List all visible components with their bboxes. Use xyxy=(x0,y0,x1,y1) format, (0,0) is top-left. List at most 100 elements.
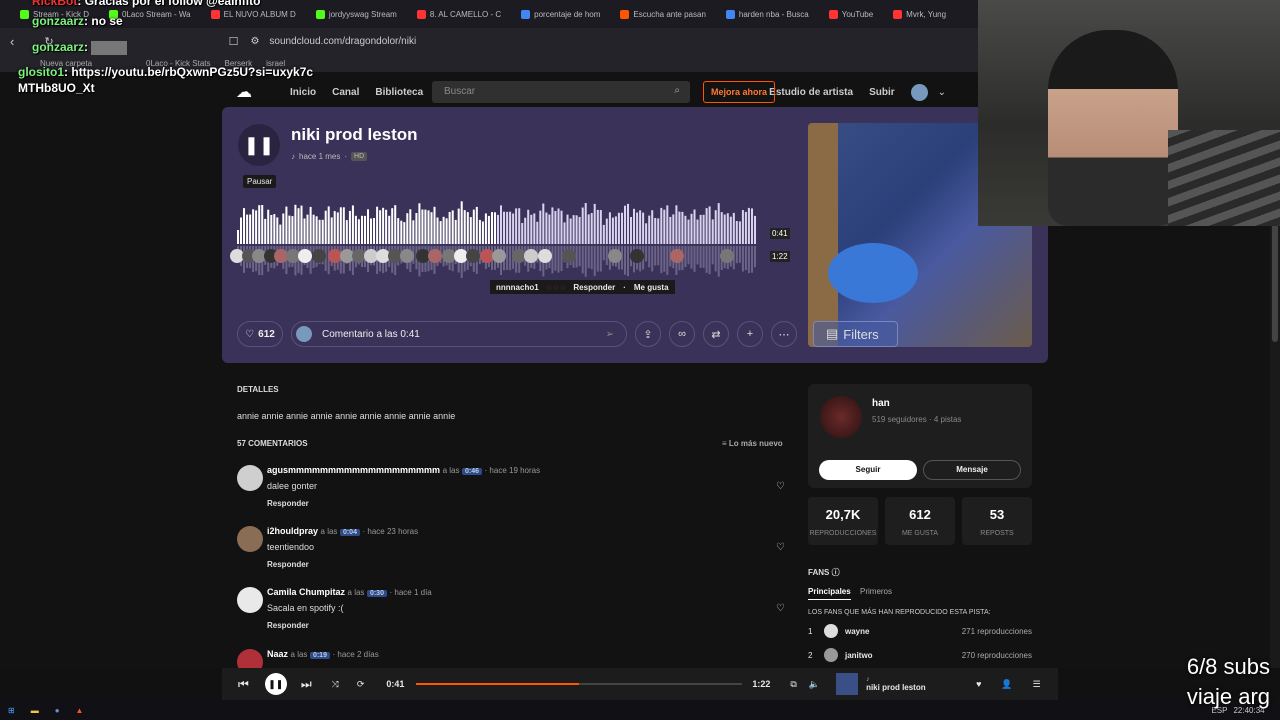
browser-tab[interactable]: 8. AL CAMELLO - C xyxy=(407,0,511,28)
send-icon[interactable]: ➢ xyxy=(606,329,614,340)
volume-icon[interactable]: 🔈 xyxy=(809,679,820,690)
avatar[interactable] xyxy=(237,465,263,491)
avatar[interactable] xyxy=(312,249,326,263)
fan-name[interactable]: wayne xyxy=(845,627,869,636)
browser-tab[interactable]: porcentaje de hom xyxy=(511,0,610,28)
repost-button[interactable]: ⇄ xyxy=(703,321,729,347)
comment-user[interactable]: Naaz xyxy=(267,649,288,659)
avatar[interactable] xyxy=(630,249,644,263)
avatar[interactable] xyxy=(237,526,263,552)
discord-icon[interactable]: ● xyxy=(55,706,60,715)
browser-tab[interactable]: Mvrk, Yung xyxy=(883,0,956,28)
message-button[interactable]: Mensaje xyxy=(923,460,1021,480)
pause-button[interactable]: ❚❚ xyxy=(238,124,280,166)
avatar[interactable] xyxy=(298,249,312,263)
site-info-icon[interactable]: ⚙ xyxy=(250,36,259,47)
player-progress[interactable] xyxy=(416,683,743,685)
add-to-playlist-button[interactable]: + xyxy=(737,321,763,347)
popup-user[interactable]: nnnnacho1 xyxy=(496,283,539,292)
heart-icon[interactable]: ♡ xyxy=(776,481,785,492)
fan-row[interactable]: 1 wayne 271 reproducciones xyxy=(808,624,1032,640)
avatar[interactable] xyxy=(562,249,576,263)
waveform-bar xyxy=(735,221,738,244)
url-text[interactable]: soundcloud.com/dragondolor/niki xyxy=(269,36,416,47)
subs-goal: viaje arg xyxy=(1186,684,1270,709)
follow-icon[interactable]: 👤 xyxy=(1001,679,1012,690)
avatar xyxy=(824,648,838,662)
fan-name[interactable]: janitwo xyxy=(845,651,873,660)
reply-button[interactable]: Responder xyxy=(267,560,309,569)
player-artist[interactable]: ♪ xyxy=(866,676,976,683)
browser-tab[interactable]: Escucha ante pasan xyxy=(610,0,716,28)
share-button[interactable]: ⇪ xyxy=(635,321,661,347)
browser-tab[interactable]: harden nba - Busca xyxy=(716,0,819,28)
tab-top-fans[interactable]: Principales xyxy=(808,587,851,600)
info-icon[interactable]: ⓘ xyxy=(832,568,840,577)
popup-reply[interactable]: Responder xyxy=(573,283,615,292)
comment-user[interactable]: i2houldpray xyxy=(267,526,318,536)
popup-like[interactable]: Me gusta xyxy=(634,283,669,292)
browser-tab[interactable]: jordyyswag Stream xyxy=(306,0,407,28)
tab-first-fans[interactable]: Primeros xyxy=(860,587,892,596)
comment-input[interactable]: Comentario a las 0:41 ➢ xyxy=(291,321,627,347)
more-button[interactable]: ⋯ xyxy=(771,321,797,347)
repeat-icon[interactable]: ⟳ xyxy=(357,679,365,690)
nav-upload[interactable]: Subir xyxy=(869,87,895,98)
comment-timestamp[interactable]: 0:04 xyxy=(339,529,360,536)
nav-studio[interactable]: Estudio de artista xyxy=(769,87,853,98)
avatar[interactable] xyxy=(237,587,263,613)
copy-link-button[interactable]: ∞ xyxy=(669,321,695,347)
pause-button[interactable]: ❚❚ xyxy=(264,673,287,695)
search-icon[interactable]: ⌕ xyxy=(674,85,680,96)
avatar[interactable] xyxy=(428,249,442,263)
previous-icon[interactable]: ⏮ xyxy=(238,677,249,692)
file-explorer-icon[interactable]: ▬ xyxy=(31,706,39,715)
cast-icon[interactable]: ⧉ xyxy=(790,679,796,690)
waveform[interactable] xyxy=(237,200,757,286)
comment-timestamp[interactable]: 0:19 xyxy=(309,652,330,659)
next-icon[interactable]: ⏭ xyxy=(301,677,312,692)
avatar[interactable] xyxy=(910,83,928,101)
avatar[interactable] xyxy=(492,249,506,263)
nav-feed[interactable]: Canal xyxy=(332,87,359,98)
search-input[interactable]: Buscar ⌕ xyxy=(432,81,690,103)
chevron-down-icon[interactable]: ⌄ xyxy=(938,87,946,98)
upgrade-button[interactable]: Mejora ahora xyxy=(703,81,775,103)
comment-user[interactable]: agusmmmmmmmmmmmmmmmmmmm xyxy=(267,465,440,475)
follow-button[interactable]: Seguir xyxy=(819,460,917,480)
comment-user[interactable]: Camila Chumpitaz xyxy=(267,587,345,597)
waveform-bar xyxy=(751,208,754,244)
player-track-title[interactable]: niki prod leston xyxy=(866,683,976,692)
artist-name[interactable]: han xyxy=(872,398,890,409)
subs-count: 6/8 subs xyxy=(1186,654,1270,679)
queue-icon[interactable]: ☰ xyxy=(1033,679,1041,690)
back-icon[interactable]: ‹ xyxy=(10,34,14,49)
avatar[interactable] xyxy=(720,249,734,263)
filters-button[interactable]: ▤ Filters xyxy=(813,321,898,347)
browser-tab[interactable]: YouTube xyxy=(819,0,883,28)
reply-button[interactable]: Responder xyxy=(267,499,309,508)
avatar[interactable] xyxy=(466,249,480,263)
fan-row[interactable]: 2 janitwo 270 reproducciones xyxy=(808,648,1032,664)
reply-button[interactable]: Responder xyxy=(267,621,309,630)
avatar[interactable] xyxy=(670,249,684,263)
heart-icon[interactable]: ♡ xyxy=(776,603,785,614)
heart-icon[interactable]: ♥ xyxy=(976,679,981,689)
avatar[interactable] xyxy=(608,249,622,263)
like-button[interactable]: ♡ 612 xyxy=(237,321,283,347)
avatar[interactable] xyxy=(524,249,538,263)
avatar[interactable] xyxy=(820,396,862,438)
windows-start-icon[interactable]: ⊞ xyxy=(8,706,15,715)
avatar[interactable] xyxy=(237,649,263,668)
sort-dropdown[interactable]: ≡ Lo más nuevo xyxy=(722,439,783,448)
comment-timestamp[interactable]: 0:46 xyxy=(462,468,483,475)
comment-timestamp[interactable]: 0:30 xyxy=(366,590,387,597)
avatar[interactable] xyxy=(538,249,552,263)
brave-icon[interactable]: ▲ xyxy=(76,706,84,715)
bookmark-icon[interactable]: ☐ xyxy=(229,35,239,48)
heart-icon[interactable]: ♡ xyxy=(776,542,785,553)
shuffle-icon[interactable]: ⤨ xyxy=(332,679,339,690)
avatar[interactable] xyxy=(836,673,859,695)
avatar[interactable] xyxy=(400,249,414,263)
nav-library[interactable]: Biblioteca xyxy=(375,87,423,98)
